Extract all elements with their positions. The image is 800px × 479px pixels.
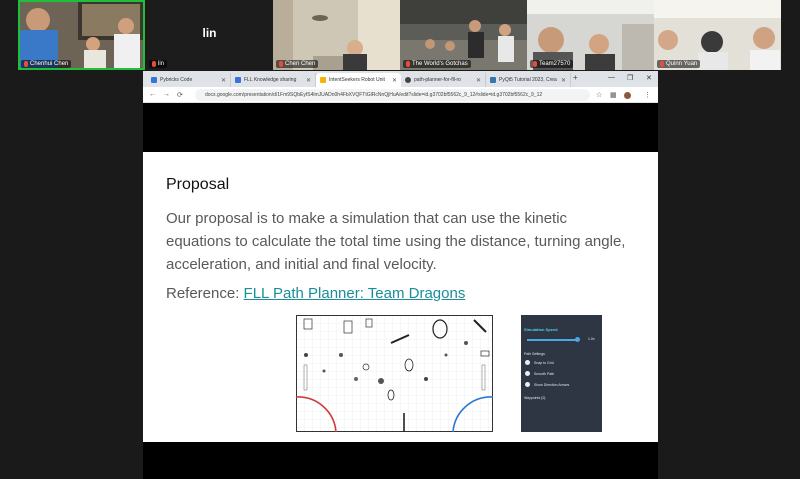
reference-label: Reference: bbox=[166, 285, 244, 302]
shared-browser-window: Pybricks Code ✕ FLL Knowledge sharing ✕ In… bbox=[143, 71, 658, 479]
browser-tab-active[interactable]: IntentSeekers Robot Unit ✕ bbox=[316, 73, 401, 87]
participant-tile-team27570[interactable]: Team27570 bbox=[527, 0, 654, 70]
menu-kebab-icon[interactable]: ⋮ bbox=[644, 91, 651, 99]
browser-tab[interactable]: FLL Knowledge sharing ✕ bbox=[231, 73, 316, 87]
url-field[interactable]: docs.google.com/presentation/d/1Fm9SQbEy… bbox=[195, 89, 590, 101]
show-direction-arrows-radio[interactable] bbox=[525, 382, 530, 387]
slide-reference: Reference: FLL Path Planner: Team Dragon… bbox=[166, 285, 465, 302]
extensions-icon[interactable]: ▦ bbox=[610, 91, 617, 99]
simulation-settings-panel: Simulation Speed 1.0x Path Settings Snap… bbox=[521, 315, 602, 432]
participant-name: The World's Gotchas bbox=[403, 60, 471, 68]
participant-tile-quinn[interactable]: Quinn Yuan bbox=[654, 0, 781, 70]
close-icon[interactable]: ✕ bbox=[221, 77, 226, 84]
mic-muted-icon bbox=[24, 61, 28, 67]
profile-avatar[interactable] bbox=[624, 92, 631, 99]
close-window-icon[interactable]: ✕ bbox=[646, 74, 652, 82]
close-icon[interactable]: ✕ bbox=[392, 77, 397, 84]
path-settings-label: Path Settings bbox=[524, 352, 545, 356]
speed-slider-track[interactable] bbox=[527, 339, 579, 341]
mic-muted-icon bbox=[533, 61, 537, 67]
show-direction-arrows-label: Show Direction Arrows bbox=[534, 383, 570, 387]
zoom-meeting-window: Chenhui Chen lin lin Chen Chen The World… bbox=[0, 0, 800, 479]
participant-name: Team27570 bbox=[530, 60, 574, 68]
close-icon[interactable]: ✕ bbox=[476, 77, 481, 84]
participant-tile-chenhui[interactable]: Chenhui Chen bbox=[18, 0, 145, 70]
participant-tile-chen-chen[interactable]: Chen Chen bbox=[273, 0, 400, 70]
speed-slider-handle[interactable] bbox=[575, 337, 580, 342]
close-icon[interactable]: ✕ bbox=[306, 77, 311, 84]
tab-favicon-icon bbox=[235, 77, 241, 83]
browser-tab[interactable]: path-planner-for-fll-ro ✕ bbox=[401, 73, 486, 87]
browser-tab[interactable]: PyQt5 Tutorial 2023, Crea ✕ bbox=[486, 73, 571, 87]
participant-tile-lin[interactable]: lin lin bbox=[146, 0, 273, 70]
participant-tile-gotchas[interactable]: The World's Gotchas bbox=[400, 0, 527, 70]
slide-body-text: Our proposal is to make a simulation tha… bbox=[166, 210, 626, 273]
address-bar-row: ← → ⟳ docs.google.com/presentation/d/1Fm… bbox=[143, 87, 658, 103]
browser-tab-bar: Pybricks Code ✕ FLL Knowledge sharing ✕ In… bbox=[143, 71, 658, 87]
participant-name: Quinn Yuan bbox=[657, 60, 701, 68]
snap-to-grid-radio[interactable] bbox=[525, 360, 530, 365]
new-tab-button[interactable]: + bbox=[573, 73, 578, 82]
mic-muted-icon bbox=[279, 61, 283, 67]
tab-favicon-icon bbox=[151, 77, 157, 83]
snap-to-grid-label: Snap to Grid bbox=[534, 361, 554, 365]
slide-letterbox-bottom bbox=[143, 442, 658, 479]
participant-name: lin bbox=[149, 60, 168, 68]
tab-favicon-icon bbox=[320, 77, 326, 83]
participant-name: Chenhui Chen bbox=[21, 60, 72, 68]
back-icon[interactable]: ← bbox=[149, 91, 156, 98]
smooth-path-radio[interactable] bbox=[525, 371, 530, 376]
forward-icon[interactable]: → bbox=[163, 91, 170, 98]
mic-muted-icon bbox=[406, 61, 410, 67]
reload-icon[interactable]: ⟳ bbox=[177, 91, 183, 99]
tab-favicon-icon bbox=[405, 77, 411, 83]
participant-name: Chen Chen bbox=[276, 60, 319, 68]
smooth-path-label: Smooth Path bbox=[534, 372, 555, 376]
slide-title: Proposal bbox=[166, 176, 230, 193]
participant-initial-label: lin bbox=[202, 26, 217, 40]
mic-muted-icon bbox=[152, 61, 156, 67]
mic-muted-icon bbox=[660, 61, 664, 67]
simulation-speed-label: Simulation Speed bbox=[524, 327, 558, 332]
close-icon[interactable]: ✕ bbox=[561, 77, 566, 84]
reference-link[interactable]: FLL Path Planner: Team Dragons bbox=[244, 285, 466, 302]
fll-field-map-image bbox=[296, 315, 493, 432]
waypoints-label: Waypoints (0) bbox=[524, 396, 546, 400]
presentation-slide: Proposal Our proposal is to make a simul… bbox=[143, 152, 658, 442]
tab-favicon-icon bbox=[490, 77, 496, 83]
maximize-icon[interactable]: ❐ bbox=[627, 74, 633, 82]
browser-tab[interactable]: Pybricks Code ✕ bbox=[147, 73, 231, 87]
bookmark-star-icon[interactable]: ☆ bbox=[596, 91, 602, 99]
participant-strip: Chenhui Chen lin lin Chen Chen The World… bbox=[0, 0, 800, 70]
slide-letterbox-top bbox=[143, 104, 658, 152]
minimize-icon[interactable]: — bbox=[608, 74, 615, 81]
speed-value: 1.0x bbox=[588, 337, 595, 341]
